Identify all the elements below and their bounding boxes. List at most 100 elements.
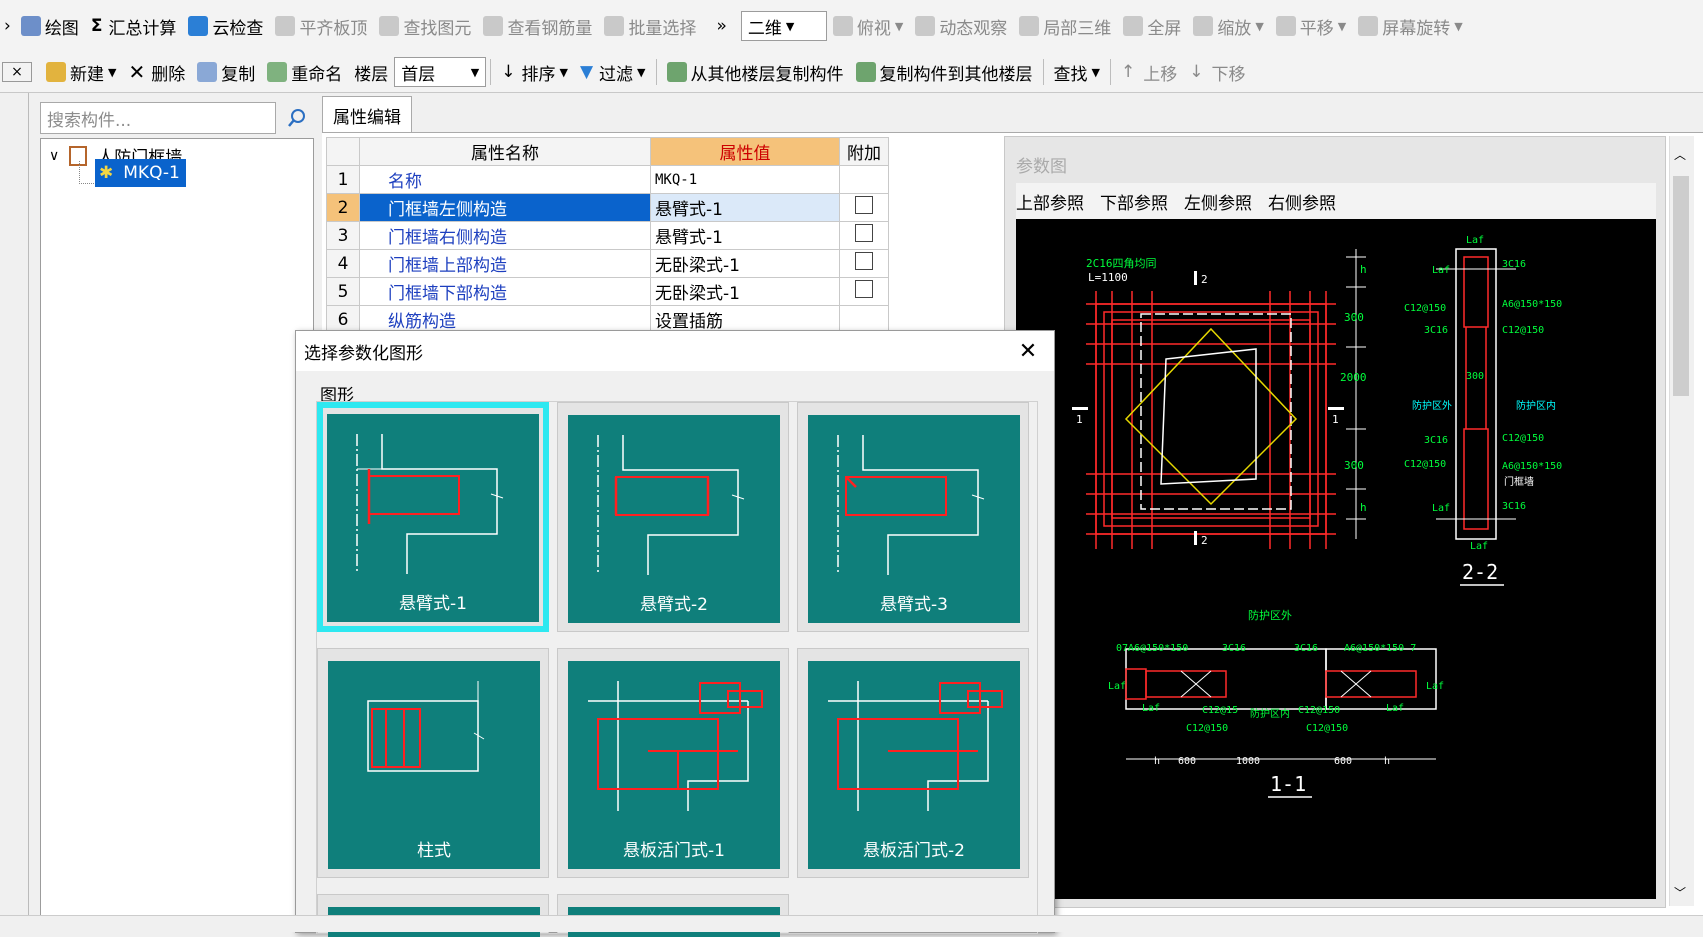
shape-tile-cantilever-3[interactable]: 悬臂式-3 (797, 402, 1029, 632)
table-row[interactable]: 3 门框墙右侧构造 悬臂式-1 (326, 221, 889, 250)
find-button[interactable]: 查找 ▼ (1048, 55, 1106, 89)
svg-text:防护区内: 防护区内 (1250, 707, 1290, 720)
table-row[interactable]: 4 门框墙上部构造 无卧梁式-1 (326, 249, 889, 278)
main-toolbar: › 绘图 Σ 汇总计算 云检查 平齐板顶 查找图元 查看钢筋量 批量选择 » 二维… (0, 0, 1703, 53)
gear-icon: ✱ (99, 163, 114, 183)
svg-text:C12@15: C12@15 (1202, 705, 1238, 716)
svg-text:L=1100: L=1100 (1088, 271, 1128, 284)
new-button[interactable]: 新建 ▼ (40, 55, 122, 89)
dialog-title-bar: 选择参数化图形 (296, 331, 1054, 371)
move-up-button[interactable]: ↑ 上移 (1115, 55, 1183, 89)
align-slab-button[interactable]: 平齐板顶 (269, 9, 373, 43)
svg-text:Laf: Laf (1432, 503, 1450, 514)
table-row[interactable]: 5 门框墙下部构造 无卧梁式-1 (326, 277, 889, 306)
svg-text:防护区外: 防护区外 (1412, 399, 1452, 412)
summary-calc-button[interactable]: Σ 汇总计算 (85, 9, 183, 43)
ref-right-button[interactable]: 右侧参照 (1268, 189, 1336, 214)
svg-text:C12@150: C12@150 (1404, 303, 1446, 314)
floor-select[interactable]: 首层 ▼ (394, 57, 487, 87)
batch-select-icon (604, 16, 625, 36)
toolbar-chevron[interactable]: › (0, 9, 15, 43)
copy-to-floor-button[interactable]: 复制构件到其他楼层 (850, 55, 1039, 89)
rebar-quantity-icon (483, 16, 504, 36)
filter-button[interactable]: ▼ 过滤 ▼ (574, 55, 652, 89)
move-down-button[interactable]: ↓ 下移 (1183, 55, 1251, 89)
property-value-cell[interactable]: 悬臂式-1 (650, 193, 840, 222)
find-element-button[interactable]: 查找图元 (373, 9, 477, 43)
panel-close-button[interactable]: × (2, 62, 32, 82)
draw-button[interactable]: 绘图 (15, 9, 85, 43)
table-row[interactable]: 2 门框墙左侧构造 悬臂式-1 (326, 193, 889, 222)
tile-label: 悬臂式-1 (399, 594, 467, 614)
rename-icon (267, 62, 288, 82)
table-row[interactable]: 1 名称 MKQ-1 (326, 165, 889, 194)
batch-select-button[interactable]: 批量选择 (598, 9, 702, 43)
shape-tile-cantilever-2[interactable]: 悬臂式-2 (557, 402, 789, 632)
view-mode-select[interactable]: 二维 ▼ (740, 11, 827, 41)
svg-text:C12@150: C12@150 (1404, 459, 1446, 470)
rebar-top-label: 2C16四角均同 (1086, 257, 1157, 270)
copy-button[interactable]: 复制 (191, 55, 261, 89)
select-parametric-shape-dialog: 选择参数化图形 ✕ 图形 悬臂式-1 悬臂式-2 悬臂式-3 柱式 悬板活门式-… (295, 330, 1055, 937)
sort-button[interactable]: ↓ 排序 ▼ (495, 55, 574, 89)
property-value-cell[interactable]: 悬臂式-1 (650, 221, 840, 250)
svg-text:1: 1 (1332, 413, 1339, 426)
extra-checkbox[interactable] (855, 196, 873, 214)
chevron-down-icon: ▼ (785, 19, 795, 33)
delete-button[interactable]: ✕ 删除 (122, 55, 191, 89)
close-icon[interactable]: ✕ (1012, 335, 1044, 367)
svg-text:300: 300 (1466, 371, 1484, 382)
svg-text:300: 300 (1344, 311, 1364, 324)
ref-left-button[interactable]: 左侧参照 (1184, 189, 1252, 214)
toolbar-overflow[interactable]: » (702, 9, 740, 43)
scroll-up-icon[interactable]: ︿ (1674, 146, 1686, 163)
tab-property-edit[interactable]: 属性编辑 (322, 96, 412, 133)
svg-text:2: 2 (1201, 273, 1208, 286)
arrow-up-icon: ↑ (1120, 62, 1136, 82)
shape-tile-cantilever-1[interactable]: 悬臂式-1 (317, 402, 549, 632)
top-view-button[interactable]: 俯视 ▼ (827, 9, 909, 43)
copy-from-floor-button[interactable]: 从其他楼层复制构件 (661, 55, 850, 89)
chevron-down-icon[interactable]: ∨ (49, 148, 59, 164)
toolbar-separator (490, 59, 492, 85)
rotate-icon (1358, 16, 1379, 36)
rename-button[interactable]: 重命名 (261, 55, 348, 89)
cloud-check-button[interactable]: 云检查 (182, 9, 269, 43)
zoom-button[interactable]: 缩放 ▼ (1187, 9, 1269, 43)
pan-button[interactable]: 平移 ▼ (1270, 9, 1352, 43)
component-tree: ∨ 人防门框墙 ✱ MKQ-1 (40, 138, 314, 918)
filter-icon: ▼ (579, 62, 594, 82)
toolbar-separator (1042, 59, 1044, 85)
toolbar-separator (655, 59, 657, 85)
property-value-cell[interactable]: 无卧梁式-1 (650, 249, 840, 278)
tree-node-mkq-1[interactable]: ✱ MKQ-1 (95, 159, 186, 187)
section-1-1-title: 1-1 (1270, 772, 1306, 796)
shape-gallery: 悬臂式-1 悬臂式-2 悬臂式-3 柱式 悬板活门式-1 悬板活门式-2 (316, 401, 1038, 937)
extra-checkbox[interactable] (855, 224, 873, 242)
rebar-detail-drawing: 2C16四角均同 L=1100 2 2 1 1 h 300 2000 300 h (1072, 235, 1562, 798)
toolbar-separator (1109, 59, 1111, 85)
svg-text:Laf: Laf (1470, 541, 1488, 552)
rotate-button[interactable]: 屏幕旋转 ▼ (1352, 9, 1468, 43)
rebar-quantity-button[interactable]: 查看钢筋量 (477, 9, 598, 43)
extra-checkbox[interactable] (855, 280, 873, 298)
component-search-input[interactable]: 搜索构件... (40, 102, 276, 134)
extra-checkbox[interactable] (855, 252, 873, 270)
drawing-scrollbar[interactable]: ︿ ﹀ (1669, 136, 1694, 906)
search-icon[interactable] (282, 102, 312, 134)
shape-tile-flap-door-2[interactable]: 悬板活门式-2 (797, 648, 1029, 878)
fullscreen-button[interactable]: 全屏 (1117, 9, 1187, 43)
ref-bottom-button[interactable]: 下部参照 (1100, 189, 1168, 214)
property-value-cell[interactable]: MKQ-1 (650, 165, 840, 194)
grid-corner (326, 137, 360, 166)
svg-text:Laf: Laf (1432, 265, 1450, 276)
shape-tile-column[interactable]: 柱式 (317, 648, 549, 878)
reference-bar: 上部参照 下部参照 左侧参照 右侧参照 (1016, 183, 1656, 219)
property-value-cell[interactable]: 无卧梁式-1 (650, 277, 840, 306)
ref-top-button[interactable]: 上部参照 (1016, 189, 1084, 214)
orbit-button[interactable]: 动态观察 (909, 9, 1013, 43)
scroll-down-icon[interactable]: ﹀ (1674, 884, 1686, 901)
scrollbar-thumb[interactable] (1673, 176, 1689, 396)
shape-tile-flap-door-1[interactable]: 悬板活门式-1 (557, 648, 789, 878)
local-3d-button[interactable]: 局部三维 (1013, 9, 1117, 43)
